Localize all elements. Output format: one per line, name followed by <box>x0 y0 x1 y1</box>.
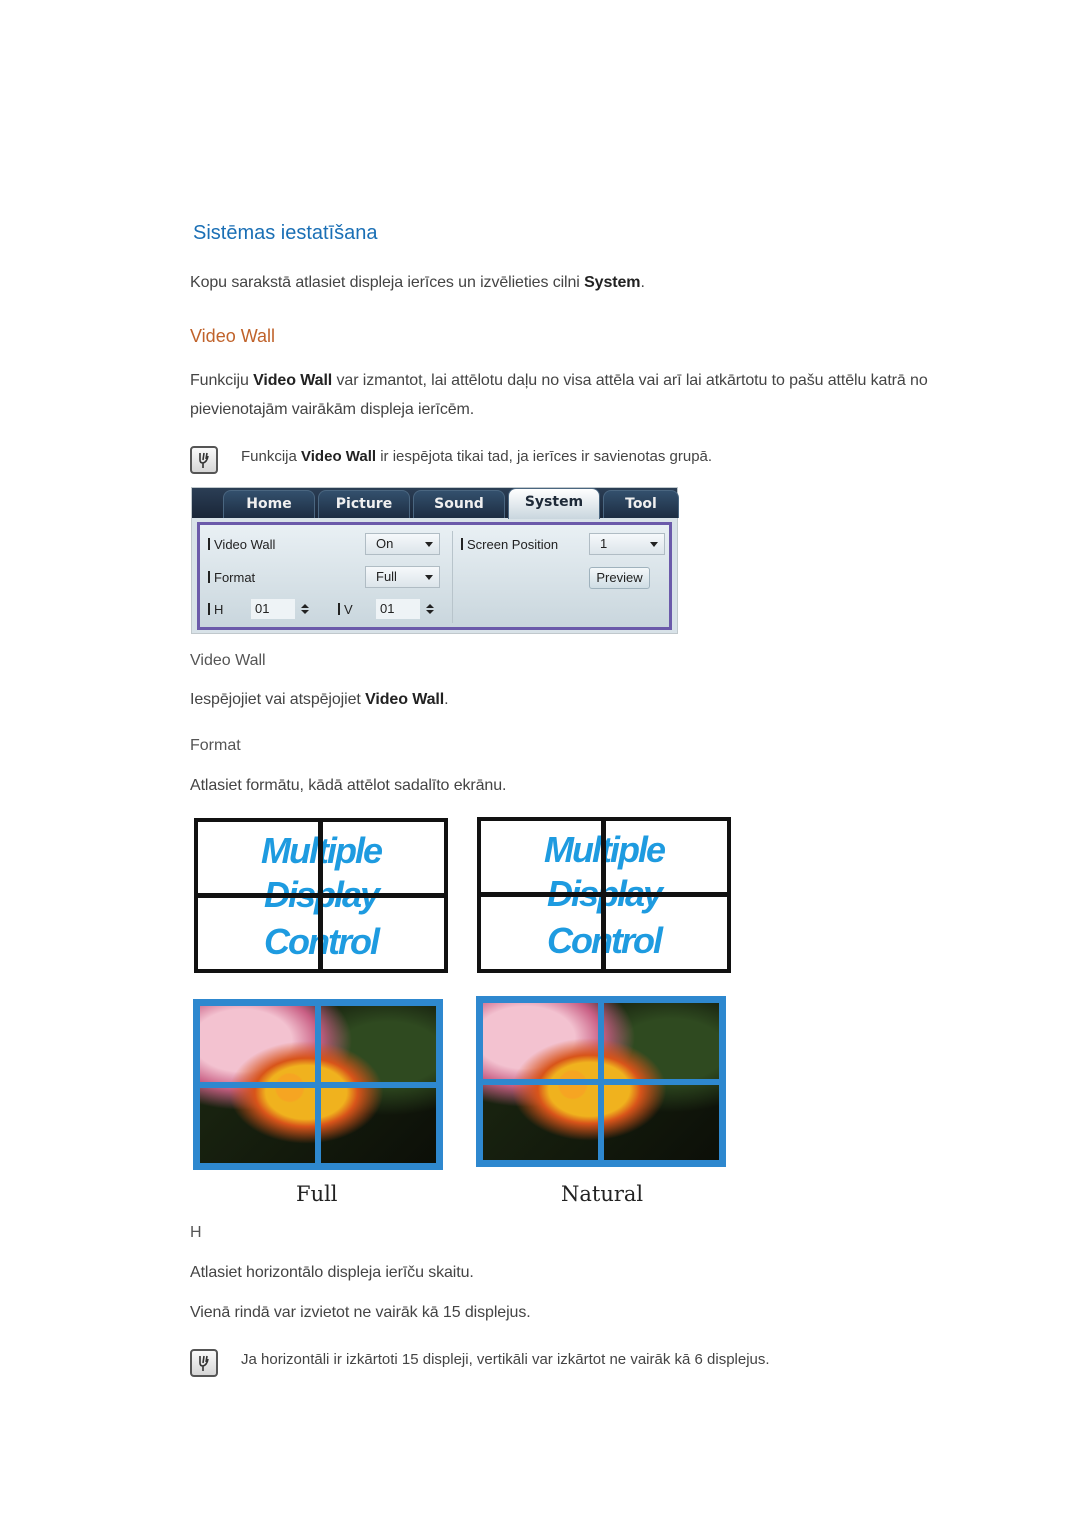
h-input[interactable]: 01 <box>251 599 295 619</box>
description-line1: Funkciju Video Wall var izmantot, lai at… <box>190 372 928 390</box>
video-wall-label: Video Wall <box>208 537 275 552</box>
description-text-end: var izmantot, lai attēlotu daļu no visa … <box>332 372 928 389</box>
arrow-up-icon <box>301 604 309 608</box>
mdc-natural-illustration: Multiple Display Control <box>477 817 731 973</box>
h-stepper[interactable] <box>297 599 313 619</box>
tab-bar: Home Picture Sound System Tool <box>192 488 679 519</box>
note-text: Funkcija Video Wall ir iespējota tikai t… <box>241 448 712 465</box>
video-wall-select[interactable]: On <box>365 533 440 555</box>
panel-divider <box>452 531 453 623</box>
intro-text: Kopu sarakstā atlasiet displeja ierīces … <box>190 274 585 291</box>
note-icon <box>190 446 218 474</box>
h-sub-text1: Atlasiet horizontālo displeja ierīču ska… <box>190 1264 474 1281</box>
flower-full-illustration <box>193 999 443 1170</box>
system-settings-panel: Home Picture Sound System Tool Video Wal… <box>191 487 679 634</box>
format-value: Full <box>376 569 397 584</box>
format-select[interactable]: Full <box>365 566 440 588</box>
h-subheading: H <box>190 1224 202 1241</box>
tab-system[interactable]: System <box>508 488 600 519</box>
sub-text-bold: Video Wall <box>365 691 445 708</box>
caption-natural: Natural <box>561 1182 644 1206</box>
tab-picture[interactable]: Picture <box>318 490 410 518</box>
grid-divider <box>200 1081 436 1088</box>
intro-end: . <box>640 274 645 291</box>
v-label: V <box>338 602 353 617</box>
note-text-end: ir iespējota tikai tad, ja ierīces ir sa… <box>376 448 713 465</box>
flower-image <box>483 1003 719 1160</box>
h-label: H <box>208 602 223 617</box>
screen-position-label: Screen Position <box>461 537 558 552</box>
format-sub-text: Atlasiet formātu, kādā attēlot sadalīto … <box>190 777 507 794</box>
description-bold: Video Wall <box>253 372 333 389</box>
note-icon <box>190 1349 218 1377</box>
sub-text-end: . <box>444 691 449 708</box>
note-text-start: Funkcija <box>241 448 302 465</box>
screen-position-select[interactable]: 1 <box>589 533 665 555</box>
chevron-down-icon <box>425 542 433 547</box>
note2-text: Ja horizontāli ir izkārtoti 15 displeji,… <box>241 1351 770 1368</box>
system-tab-content: Video Wall On Format Full H 01 V 01 Scre… <box>197 522 672 630</box>
tab-home[interactable]: Home <box>223 490 315 518</box>
preview-button[interactable]: Preview <box>589 567 650 589</box>
screen-position-value: 1 <box>600 536 608 551</box>
format-label: Format <box>208 570 255 585</box>
video-wall-heading: Video Wall <box>190 326 276 346</box>
tab-tool[interactable]: Tool <box>603 490 679 518</box>
description-line2: pievienotajām vairākām displeja ierīcēm. <box>190 401 475 418</box>
tab-sound[interactable]: Sound <box>413 490 505 518</box>
h-sub-text2: Vienā rindā var izvietot ne vairāk kā 15… <box>190 1304 531 1321</box>
sub-text: Iespējojiet vai atspējojiet <box>190 691 366 708</box>
intro-bold: System <box>584 274 641 291</box>
chevron-down-icon <box>650 542 658 547</box>
arrow-down-icon <box>426 610 434 614</box>
flower-natural-illustration <box>476 996 726 1167</box>
description-text: Funkciju <box>190 372 254 389</box>
video-wall-value: On <box>376 536 394 551</box>
video-wall-subheading: Video Wall <box>190 652 266 669</box>
grid-divider <box>483 1078 719 1085</box>
chevron-down-icon <box>425 575 433 580</box>
video-wall-sub-text: Iespējojiet vai atspējojiet Video Wall. <box>190 691 449 709</box>
arrow-down-icon <box>301 610 309 614</box>
grid-divider <box>198 892 444 898</box>
grid-divider <box>481 892 727 897</box>
note-text-bold: Video Wall <box>301 448 377 465</box>
section-title: Sistēmas iestatīšana <box>193 222 378 244</box>
format-subheading: Format <box>190 737 241 754</box>
mdc-full-illustration: Multiple Display Control <box>194 818 448 973</box>
v-stepper[interactable] <box>422 599 438 619</box>
flower-image <box>200 1006 436 1163</box>
caption-full: Full <box>296 1182 338 1206</box>
intro-paragraph: Kopu sarakstā atlasiet displeja ierīces … <box>190 274 645 292</box>
v-input[interactable]: 01 <box>376 599 420 619</box>
arrow-up-icon <box>426 604 434 608</box>
